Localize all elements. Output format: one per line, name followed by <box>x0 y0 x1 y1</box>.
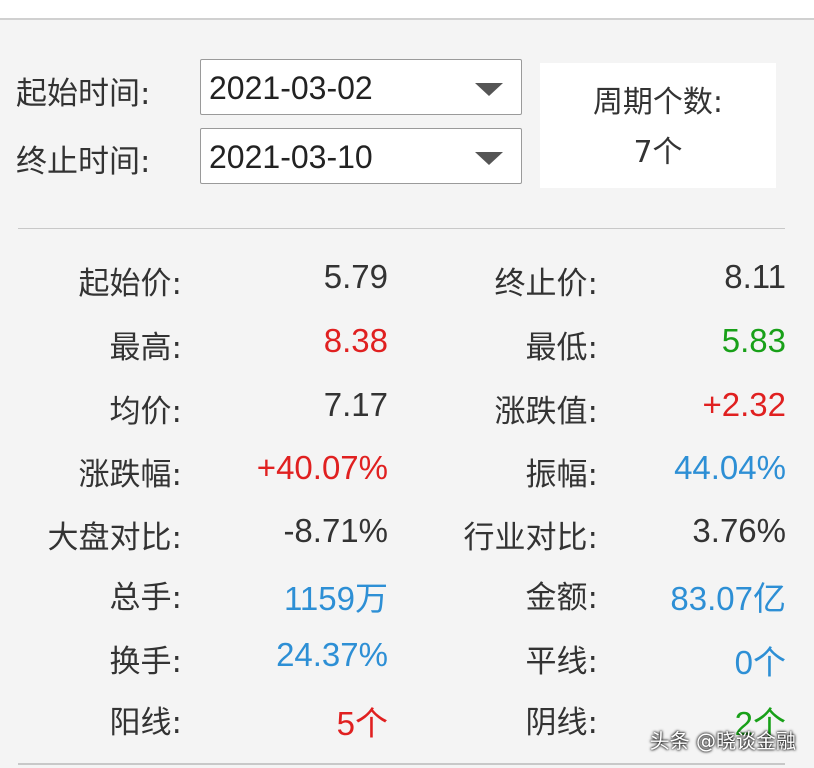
stat-value: -8.71% <box>283 512 388 549</box>
stat-label: 起始价: <box>78 266 182 302</box>
end-date-dropdown[interactable]: 2021-03-10 <box>200 128 522 184</box>
stat-label: 涨跌值: <box>494 394 598 430</box>
stat-value: 5个 <box>336 705 388 742</box>
stat-label: 涨跌幅: <box>78 457 182 493</box>
stat-value: 8.11 <box>724 258 786 295</box>
stat-value: 44.04% <box>674 449 786 486</box>
end-time-label: 终止时间: <box>16 144 151 180</box>
stat-label: 总手: <box>109 580 182 616</box>
period-count-box: 周期个数: 7个 <box>540 63 776 188</box>
stat-label: 均价: <box>109 394 182 430</box>
stat-label: 换手: <box>109 644 182 680</box>
stat-value: 83.07亿 <box>670 580 786 617</box>
stat-row: 涨跌幅: +40.07% 振幅: 44.04% <box>0 449 814 499</box>
stat-row: 总手: 1159万 金额: 83.07亿 <box>0 572 814 622</box>
stat-value: +2.32 <box>702 386 787 423</box>
stat-row: 起始价: 5.79 终止价: 8.11 <box>0 258 814 308</box>
stat-label: 阳线: <box>109 705 182 741</box>
bottom-divider <box>18 763 785 765</box>
end-date-value: 2021-03-10 <box>209 139 373 175</box>
top-strip <box>0 0 814 18</box>
dropdown-arrow-icon[interactable] <box>475 83 503 96</box>
stat-value: +40.07% <box>256 449 388 486</box>
stat-label: 大盘对比: <box>47 520 182 556</box>
start-time-label: 起始时间: <box>16 76 151 112</box>
period-count-value: 7个 <box>633 135 683 170</box>
top-divider <box>0 18 814 20</box>
section-divider <box>18 228 785 229</box>
stat-label: 阴线: <box>525 705 598 741</box>
stat-label: 振幅: <box>525 457 598 493</box>
stat-label: 行业对比: <box>463 520 598 556</box>
stat-value: 8.38 <box>323 322 388 359</box>
stat-value: 1159万 <box>284 580 388 617</box>
stat-row: 均价: 7.17 涨跌值: +2.32 <box>0 386 814 436</box>
stat-label: 最低: <box>525 330 598 366</box>
start-date-value: 2021-03-02 <box>209 70 373 106</box>
start-date-dropdown[interactable]: 2021-03-02 <box>200 59 522 115</box>
stat-label: 最高: <box>109 330 182 366</box>
stat-value: 3.76% <box>692 512 786 549</box>
stat-row: 大盘对比: -8.71% 行业对比: 3.76% <box>0 512 814 562</box>
dropdown-arrow-icon[interactable] <box>475 152 503 165</box>
stat-value: 5.79 <box>323 258 388 295</box>
stat-label: 金额: <box>525 580 598 616</box>
stat-value: 5.83 <box>721 322 786 359</box>
stat-row: 最高: 8.38 最低: 5.83 <box>0 322 814 372</box>
period-count-label: 周期个数: <box>592 85 724 120</box>
stat-value: 7.17 <box>323 386 388 423</box>
stat-value: 0个 <box>734 644 786 681</box>
stat-row: 换手: 24.37% 平线: 0个 <box>0 636 814 686</box>
watermark: 头条 @晓谈金融 <box>649 729 796 753</box>
stat-label: 终止价: <box>494 266 598 302</box>
stat-value: 24.37% <box>276 636 388 673</box>
stat-label: 平线: <box>525 644 598 680</box>
